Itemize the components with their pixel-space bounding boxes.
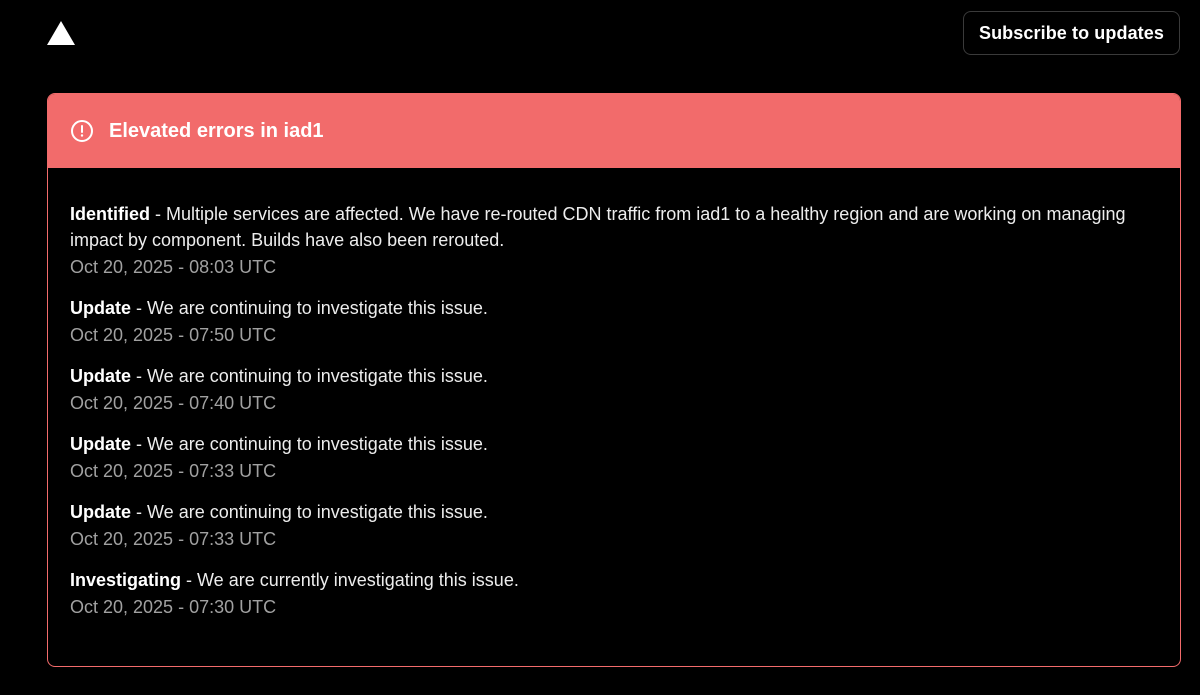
update-message: We are continuing to investigate this is… — [147, 298, 488, 318]
update-timestamp: Oct 20, 2025 - 07:40 UTC — [70, 393, 277, 413]
update-separator: - — [131, 502, 148, 522]
update-status: Update — [70, 502, 132, 522]
update-status: Update — [70, 366, 132, 386]
update-timestamp: Oct 20, 2025 - 07:33 UTC — [70, 529, 277, 549]
update-timestamp: Oct 20, 2025 - 07:50 UTC — [70, 325, 277, 345]
update-item: Update - We are continuing to investigat… — [70, 295, 1158, 348]
update-list: Identified - Multiple services are affec… — [48, 168, 1180, 620]
update-separator: - — [131, 434, 148, 454]
update-message: We are continuing to investigate this is… — [147, 502, 488, 522]
update-status: Update — [70, 434, 132, 454]
update-item: Update - We are continuing to investigat… — [70, 431, 1158, 484]
update-separator: - — [181, 570, 198, 590]
incident-header: Elevated errors in iad1 — [48, 94, 1180, 168]
update-timestamp: Oct 20, 2025 - 07:33 UTC — [70, 461, 277, 481]
update-separator: - — [150, 204, 166, 224]
update-item: Identified - Multiple services are affec… — [70, 201, 1158, 280]
update-status: Investigating — [70, 570, 182, 590]
update-item: Update - We are continuing to investigat… — [70, 363, 1158, 416]
update-message: We are continuing to investigate this is… — [147, 366, 488, 386]
status-page: Subscribe to updates Elevated errors in … — [0, 0, 1200, 695]
update-item: Investigating - We are currently investi… — [70, 567, 1158, 620]
update-text: Update - We are continuing to investigat… — [70, 295, 1158, 321]
incident-title: Elevated errors in iad1 — [109, 119, 324, 142]
update-item: Update - We are continuing to investigat… — [70, 499, 1158, 552]
update-message: We are continuing to investigate this is… — [147, 434, 488, 454]
update-message: Multiple services are affected. We have … — [70, 204, 1126, 250]
update-timestamp: Oct 20, 2025 - 08:03 UTC — [70, 257, 277, 277]
update-message: We are currently investigating this issu… — [197, 570, 519, 590]
incident-card: Elevated errors in iad1 Identified - Mul… — [47, 93, 1181, 667]
update-text: Update - We are continuing to investigat… — [70, 363, 1158, 389]
update-text: Identified - Multiple services are affec… — [70, 201, 1158, 253]
alert-circle-icon — [70, 119, 94, 143]
update-text: Update - We are continuing to investigat… — [70, 431, 1158, 457]
update-status: Identified — [70, 204, 150, 224]
update-timestamp: Oct 20, 2025 - 07:30 UTC — [70, 597, 277, 617]
update-separator: - — [131, 298, 148, 318]
subscribe-button[interactable]: Subscribe to updates — [963, 11, 1180, 55]
update-text: Update - We are continuing to investigat… — [70, 499, 1158, 525]
update-separator: - — [131, 366, 148, 386]
update-text: Investigating - We are currently investi… — [70, 567, 1158, 593]
update-status: Update — [70, 298, 132, 318]
triangle-logo-icon[interactable] — [47, 21, 75, 45]
